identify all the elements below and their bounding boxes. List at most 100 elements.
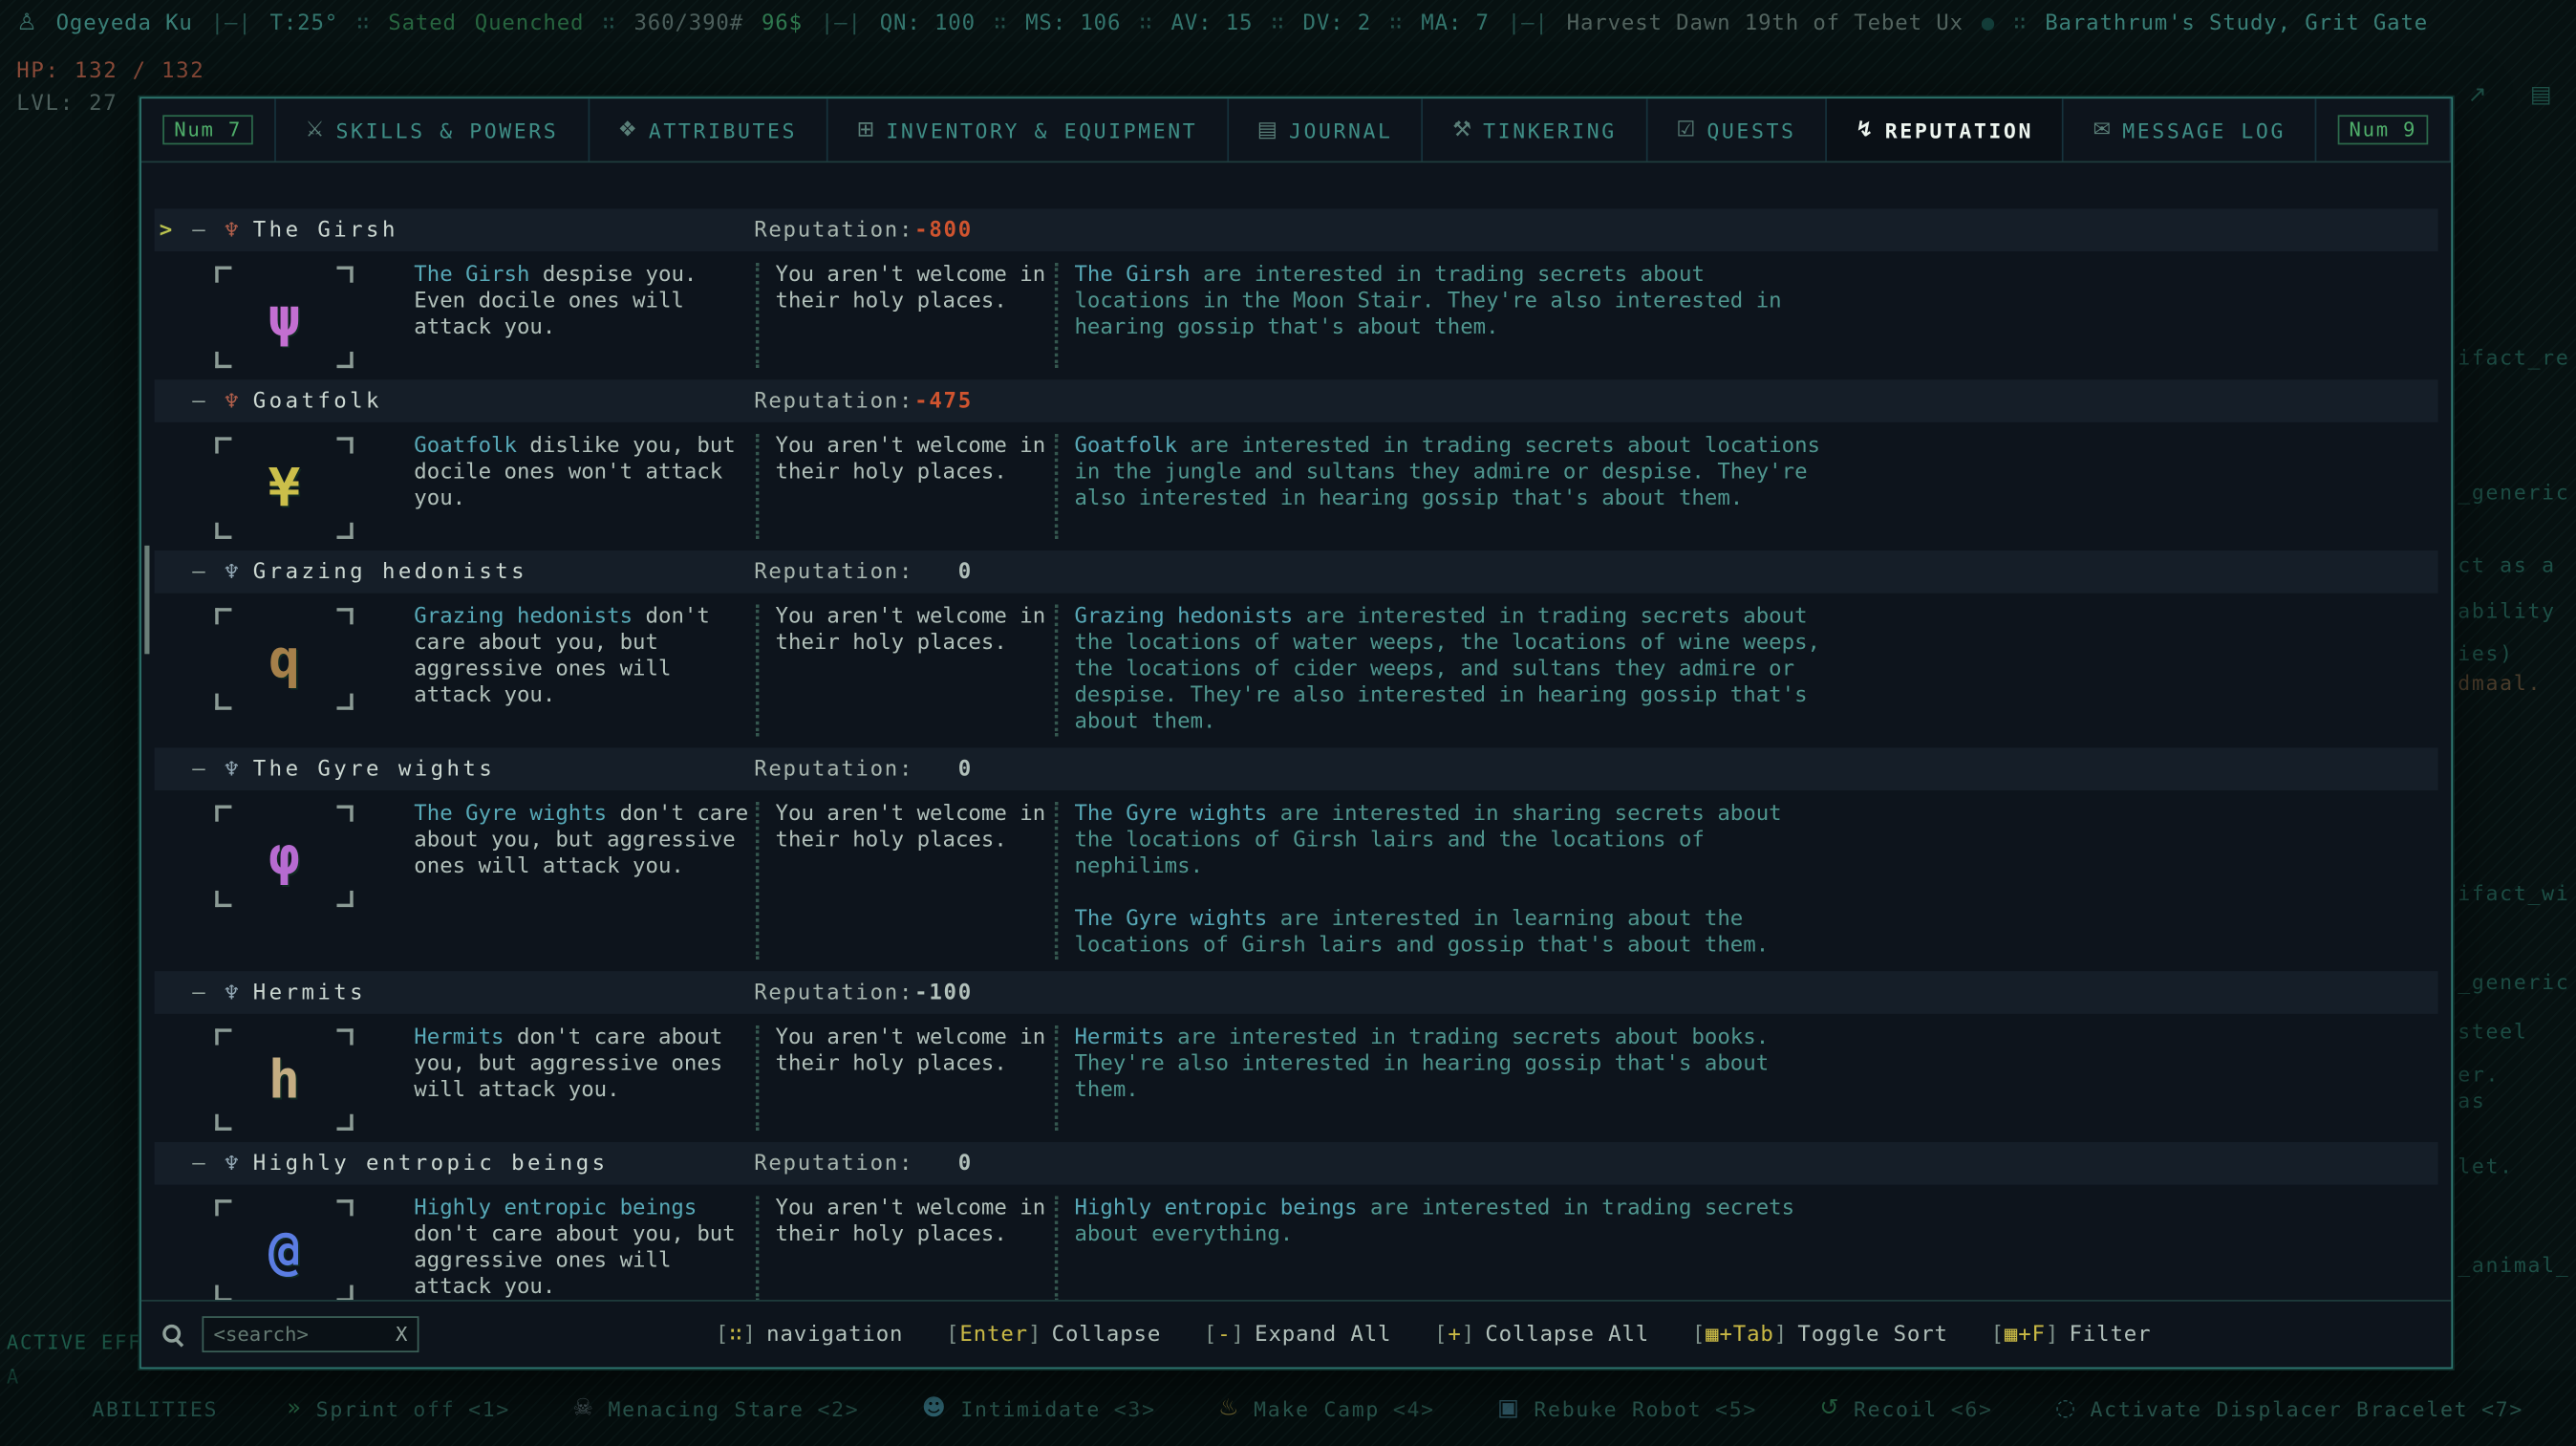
player-name: Ogeyeda Ku (56, 11, 193, 35)
tab-attributes[interactable]: ❖ ATTRIBUTES (589, 98, 827, 161)
tab-journal[interactable]: ▤ JOURNAL (1228, 98, 1423, 161)
moon-phase-icon: ● (1982, 11, 1995, 35)
faction-header[interactable]: — ♆ Highly entropic beings Reputation: 0 (155, 1142, 2438, 1185)
tab-skills-powers[interactable]: ⚔ SKILLS & POWERS (276, 98, 589, 161)
tab-message-log[interactable]: ✉ MESSAGE LOG (2064, 98, 2316, 161)
faction-interests: Grazing hedonists are interested in trad… (1074, 605, 1823, 737)
ability-hotkey: <7> (2481, 1396, 2523, 1421)
faction-name: Hermits (253, 981, 366, 1005)
tab-bar: Num 7 ⚔ SKILLS & POWERS ❖ ATTRIBUTES ⊞ I… (141, 98, 2451, 162)
keyboard-icon: ▦+Tab (1706, 1322, 1774, 1347)
tab-reputation[interactable]: ↯ REPUTATION (1827, 98, 2064, 161)
faction-feelings: The Girsh despise you. Even docile ones … (414, 263, 752, 368)
column-divider (756, 1197, 759, 1302)
recoil-icon: ↺ (1819, 1395, 1840, 1422)
faction-feelings: The Gyre wights don't care about you, bu… (414, 802, 752, 960)
ability-button-sprint[interactable]: » Sprint off <1> (287, 1395, 510, 1422)
background-text-fragment: ability (2458, 598, 2556, 623)
tab-tinkering[interactable]: ⚒ TINKERING (1424, 98, 1647, 161)
faction-header[interactable]: — ♆ Hermits Reputation: -100 (155, 971, 2438, 1014)
faction-interests: Goatfolk are interested in trading secre… (1074, 434, 1823, 539)
tab-label: MESSAGE LOG (2122, 118, 2286, 142)
reputation-value: 0 (845, 559, 973, 584)
make-camp-icon: ♨ (1218, 1395, 1240, 1422)
hint-collapse[interactable]: [Enter]Collapse (946, 1322, 1161, 1347)
faction-sigil-icon: ♆ (214, 758, 250, 781)
column-divider (756, 434, 759, 539)
ability-button-intimidate[interactable]: ☻ Intimidate <3> (922, 1395, 1156, 1422)
collapse-toggle-icon[interactable]: — (184, 1151, 214, 1176)
swords-icon: ⚔ (305, 118, 324, 142)
keyboard-icon: ▦+F (2005, 1322, 2046, 1347)
faction-sprite-frame: @ (155, 1197, 415, 1302)
faction-interests: Highly entropic beings are interested in… (1074, 1197, 1823, 1302)
faction-feelings: Grazing hedonists don't care about you, … (414, 605, 752, 737)
food-status: Sated (388, 11, 457, 35)
intimidate-icon: ☻ (922, 1395, 948, 1422)
faction-header[interactable]: — ♆ Grazing hedonists Reputation: 0 (155, 550, 2438, 594)
active-effects-label: ACTIVE EFF (7, 1331, 141, 1354)
reputation-value: 0 (845, 757, 973, 782)
tab-numkey-9[interactable]: Num 9 (2316, 98, 2451, 161)
reputation-value: 0 (845, 1151, 973, 1176)
faction-header[interactable]: — ♆ Goatfolk Reputation: -475 (155, 379, 2438, 422)
faction-welcome: You aren't welcome in their holy places. (776, 1025, 1052, 1131)
dots-separator: ∷ (1389, 11, 1403, 35)
collapse-toggle-icon[interactable]: — (184, 981, 214, 1005)
faction-welcome: You aren't welcome in their holy places. (776, 434, 1052, 539)
hint-navigation[interactable]: [∷]navigation (716, 1322, 903, 1347)
menacing-stare-icon: ☠ (572, 1395, 594, 1422)
collapse-toggle-icon[interactable]: — (184, 559, 214, 584)
clear-search-button[interactable]: X (396, 1323, 407, 1346)
faction-name: Goatfolk (253, 389, 382, 414)
dots-separator: ∷ (994, 11, 1007, 35)
hint-toggle-sort[interactable]: [▦+Tab]Toggle Sort (1692, 1322, 1948, 1347)
faction-welcome: You aren't welcome in their holy places. (776, 605, 1052, 737)
ability-name: Recoil (1854, 1396, 1938, 1421)
ability-hotkey: <3> (1114, 1396, 1156, 1421)
background-text-fragment: ies) (2458, 641, 2514, 666)
faction-name: The Girsh (253, 218, 398, 243)
search-input[interactable]: <search> X (202, 1316, 419, 1352)
collapse-toggle-icon[interactable]: — (184, 218, 214, 243)
faction-header[interactable]: > — ♆ The Girsh Reputation: -800 (155, 208, 2438, 251)
ability-button-displacer-bracelet[interactable]: ◌ Activate Displacer Bracelet <7> (2055, 1395, 2523, 1422)
tab-inventory-equipment[interactable]: ⊞ INVENTORY & EQUIPMENT (827, 98, 1228, 161)
faction-sprite-frame: ψ (155, 263, 415, 368)
stat-ma: MA: 7 (1421, 11, 1490, 35)
separator: |—| (821, 11, 862, 35)
background-text-fragment: ifact_re (2458, 345, 2569, 370)
ability-name: Menacing Stare (608, 1396, 804, 1421)
tab-numkey-7[interactable]: Num 7 (141, 98, 276, 161)
ability-button-menacing-stare[interactable]: ☠ Menacing Stare <2> (572, 1395, 859, 1422)
collapse-toggle-icon[interactable]: — (184, 757, 214, 782)
faction-list: ▲▲ > — ♆ The Girsh Reputation: -800 ψ (141, 162, 2451, 1303)
column-divider (756, 802, 759, 960)
faction-section-grazing-hedonists: — ♆ Grazing hedonists Reputation: 0 q Gr… (155, 550, 2438, 747)
ability-button-rebuke-robot[interactable]: ▣ Rebuke Robot <5> (1497, 1395, 1757, 1422)
column-divider (756, 263, 759, 368)
dots-separator: ∷ (2013, 11, 2027, 35)
numkey-7-label: Num 7 (162, 115, 253, 144)
temperature-readout: T:25° (270, 11, 339, 35)
level-readout: LVL: 27 (16, 92, 118, 117)
game-date: Harvest Dawn 19th of Tebet Ux (1567, 11, 1964, 35)
faction-interests: The Girsh are interested in trading secr… (1074, 263, 1823, 368)
column-divider (1055, 1197, 1058, 1302)
faction-section-goatfolk: — ♆ Goatfolk Reputation: -475 ¥ Goatfolk… (155, 379, 2438, 550)
collapse-toggle-icon[interactable]: — (184, 389, 214, 414)
column-divider (756, 605, 759, 737)
ability-button-make-camp[interactable]: ♨ Make Camp <4> (1218, 1395, 1435, 1422)
tab-quests[interactable]: ☑ QUESTS (1647, 98, 1827, 161)
scrollbar-thumb[interactable] (144, 546, 149, 654)
faction-header[interactable]: — ♆ The Gyre wights Reputation: 0 (155, 747, 2438, 790)
faction-welcome: You aren't welcome in their holy places. (776, 1197, 1052, 1302)
ability-hotkey: <4> (1393, 1396, 1435, 1421)
background-text-fragment: let. (2458, 1154, 2514, 1178)
hint-expand-all[interactable]: [-]Expand All (1204, 1322, 1391, 1347)
ability-button-recoil[interactable]: ↺ Recoil <6> (1819, 1395, 1992, 1422)
inventory-icon: ⊞ (857, 118, 875, 142)
hint-collapse-all[interactable]: [+]Collapse All (1434, 1322, 1649, 1347)
hint-filter[interactable]: [▦+F]Filter (1991, 1322, 2152, 1347)
location-name: Barathrum's Study, Grit Gate (2045, 11, 2428, 35)
